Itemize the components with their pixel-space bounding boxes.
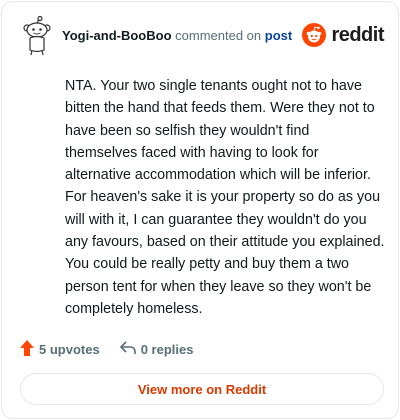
comment-header: Yogi-and-BooBoo commented on post reddit <box>20 15 384 56</box>
reply-arrow-icon <box>119 340 141 358</box>
reddit-wordmark: reddit <box>331 23 384 46</box>
action-text: commented on <box>175 28 262 43</box>
username-link[interactable]: Yogi-and-BooBoo <box>62 28 172 43</box>
comment-byline: Yogi-and-BooBoo commented on post <box>62 28 292 43</box>
upvote-button[interactable]: 5 upvotes <box>20 339 100 359</box>
upvote-count: 5 upvotes <box>39 341 100 357</box>
post-link[interactable]: post <box>265 28 292 43</box>
comment-actions: 5 upvotes 0 replies <box>20 339 193 359</box>
reddit-comment-card: Yogi-and-BooBoo commented on post reddit <box>1 1 399 419</box>
view-more-button[interactable]: View more on Reddit <box>20 373 384 405</box>
upvote-arrow-icon <box>20 339 39 359</box>
snoo-avatar-icon[interactable] <box>20 15 54 56</box>
comment-body: NTA. Your two single tenants ought not t… <box>65 78 385 317</box>
reply-button[interactable]: 0 replies <box>119 340 194 358</box>
reddit-logo-icon <box>302 23 327 47</box>
reply-count: 0 replies <box>140 341 194 357</box>
reddit-brand[interactable]: reddit <box>302 22 384 48</box>
